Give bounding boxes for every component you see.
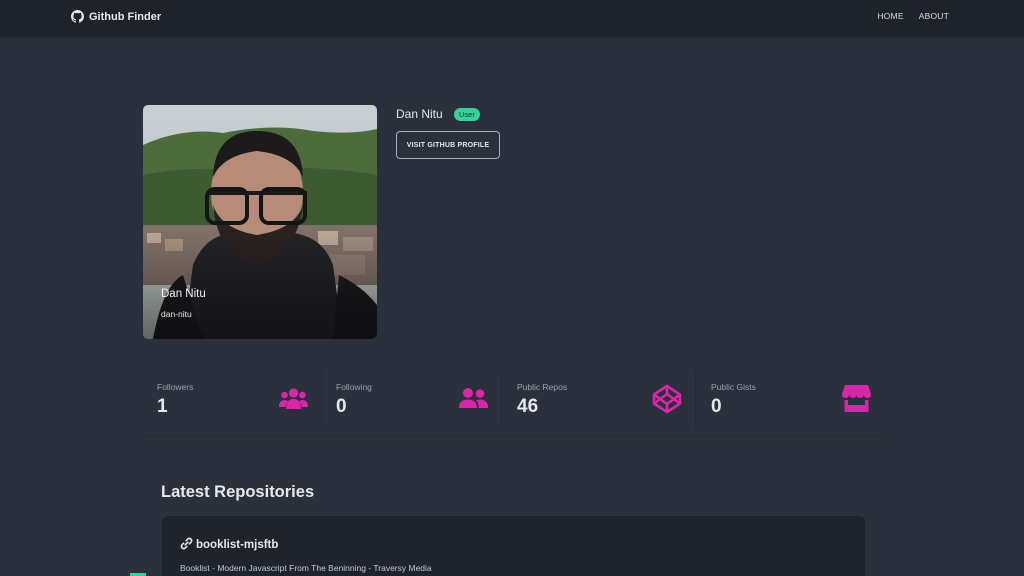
repo-item: booklist-mjsftb Booklist - Modern Javasc…	[162, 516, 865, 576]
latest-repositories-heading: Latest Repositories	[161, 483, 315, 501]
brand-link[interactable]: Github Finder	[71, 10, 161, 23]
stats-panel: Followers 1 Following 0 Public Repos 46 …	[143, 368, 882, 437]
avatar-card: Dan Nitu dan-nitu	[143, 105, 377, 339]
github-icon	[71, 10, 84, 23]
navbar: Github Finder HOME ABOUT	[0, 0, 1024, 35]
stat-value: 1	[157, 396, 168, 417]
stat-title: Public Gists	[711, 382, 756, 392]
stat-title: Following	[336, 382, 372, 392]
repo-link[interactable]: booklist-mjsftb	[180, 537, 278, 553]
user-friends-icon	[459, 387, 488, 409]
stat-followers: Followers 1	[143, 368, 321, 430]
nav-about-link[interactable]: ABOUT	[919, 11, 949, 21]
stat-public-repos: Public Repos 46	[502, 368, 695, 430]
link-icon	[180, 537, 193, 553]
repo-name: booklist-mjsftb	[196, 539, 279, 551]
visit-github-profile-button[interactable]: VISIT GITHUB PROFILE	[396, 131, 500, 159]
stat-public-gists: Public Gists 0	[696, 368, 882, 430]
repo-description: Booklist - Modern Javascript From The Be…	[180, 563, 432, 573]
brand-title: Github Finder	[89, 10, 162, 23]
stat-following: Following 0	[322, 368, 501, 430]
nav-home-link[interactable]: HOME	[877, 11, 903, 21]
codepen-icon	[652, 384, 682, 414]
avatar-photo	[143, 105, 377, 339]
profile-name: Dan Nitu	[396, 107, 443, 121]
stat-value: 0	[711, 396, 722, 417]
avatar-name: Dan Nitu	[161, 288, 206, 300]
avatar-login: dan-nitu	[161, 309, 192, 319]
nav-links: HOME ABOUT	[877, 11, 949, 21]
store-icon	[842, 385, 871, 412]
stat-title: Followers	[157, 382, 194, 392]
stat-title: Public Repos	[517, 382, 568, 392]
stat-value: 0	[336, 396, 347, 417]
users-icon	[279, 387, 308, 410]
stat-value: 46	[517, 396, 539, 417]
user-type-badge: User	[454, 108, 480, 121]
